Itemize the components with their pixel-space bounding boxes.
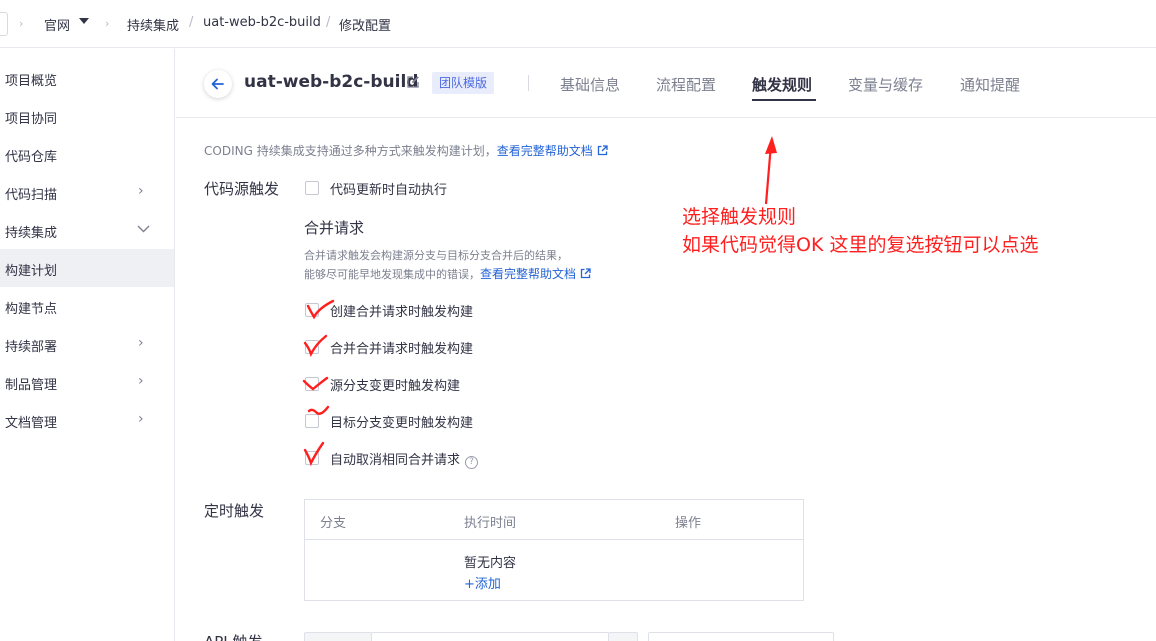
breadcrumb-current-page: 修改配置	[339, 19, 392, 34]
on-merge-mr-label: 合并合并请求时触发构建	[330, 342, 474, 357]
sidebar-item-label: 代码扫描	[5, 188, 58, 203]
table-empty-text: 暂无内容	[464, 556, 517, 571]
tab-variables-cache[interactable]: 变量与缓存	[848, 74, 923, 95]
sidebar-item-label: 持续集成	[5, 226, 58, 241]
sidebar-item-docs[interactable]: 文档管理 ›	[0, 401, 174, 439]
breadcrumb-separator: /	[189, 15, 194, 30]
merge-desc-line1: 合并请求触发会构建源分支与目标分支合并后的结果，	[304, 249, 568, 262]
merge-desc-text: 能够尽可能早地发现集成中的错误，	[304, 268, 480, 281]
auto-run-checkbox[interactable]	[305, 181, 319, 195]
breadcrumb-separator: /	[326, 15, 331, 30]
sidebar-item-label: 持续部署	[5, 340, 58, 355]
column-exec-time: 执行时间	[464, 516, 517, 531]
help-doc-link[interactable]: 查看完整帮助文档	[497, 144, 593, 158]
sidebar-item-code-scan[interactable]: 代码扫描 ›	[0, 173, 174, 211]
chevron-right-icon: ›	[138, 373, 144, 389]
on-target-change-label: 目标分支变更时触发构建	[330, 416, 474, 431]
on-create-mr-label: 创建合并请求时触发构建	[330, 305, 474, 320]
sidebar-item-label: 项目概览	[5, 74, 58, 89]
sidebar-item-collaboration[interactable]: 项目协同	[0, 97, 174, 135]
handdrawn-check-icon	[307, 405, 330, 415]
api-method-select[interactable]	[304, 632, 372, 641]
auto-run-label: 代码更新时自动执行	[330, 183, 448, 198]
breadcrumb-job[interactable]: uat-web-b2c-build	[203, 15, 321, 30]
external-link-icon[interactable]	[580, 268, 591, 279]
sidebar-item-label: 构建节点	[5, 302, 58, 317]
tab-trigger-rules[interactable]: 触发规则	[752, 74, 812, 95]
trigger-intro: CODING 持续集成支持通过多种方式来触发构建计划，查看完整帮助文档	[204, 142, 608, 159]
handdrawn-check-icon	[302, 376, 329, 391]
sidebar-toggle-button[interactable]	[0, 12, 8, 36]
annotation-line2: 如果代码觉得OK 这里的复选按钮可以点选	[682, 234, 1039, 256]
chevron-down-icon	[137, 225, 150, 233]
chevron-right-icon: ›	[138, 183, 144, 199]
api-url-field[interactable]	[371, 632, 609, 641]
handdrawn-check-icon	[303, 334, 328, 358]
sidebar-item-label: 文档管理	[5, 416, 58, 431]
intro-text: CODING 持续集成支持通过多种方式来触发构建计划，	[204, 144, 497, 158]
sidebar-item-ci[interactable]: 持续集成	[0, 211, 174, 249]
tab-pipeline-config[interactable]: 流程配置	[656, 74, 716, 95]
annotation-line1: 选择触发规则	[682, 206, 797, 228]
table-header: 分支 执行时间 操作	[305, 500, 803, 540]
merge-help-link[interactable]: 查看完整帮助文档	[480, 267, 576, 281]
merge-request-title: 合并请求	[304, 219, 365, 237]
breadcrumb-module[interactable]: 持续集成	[127, 15, 179, 34]
back-button[interactable]	[204, 70, 232, 98]
team-template-badge: 团队模版	[432, 72, 495, 94]
breadcrumb-chevron-icon: ›	[105, 17, 110, 30]
sidebar-item-repos[interactable]: 代码仓库	[0, 135, 174, 173]
sidebar-item-artifacts[interactable]: 制品管理 ›	[0, 363, 174, 401]
add-timer-button[interactable]: +添加	[464, 573, 501, 592]
timer-trigger-label: 定时触发	[204, 502, 265, 520]
sidebar-item-build-nodes[interactable]: 构建节点	[0, 287, 174, 325]
sidebar-item-label: 构建计划	[5, 264, 58, 279]
merge-desc-line2: 能够尽可能早地发现集成中的错误，查看完整帮助文档	[304, 265, 591, 282]
tab-notifications[interactable]: 通知提醒	[960, 74, 1020, 95]
breadcrumb-team[interactable]: 官网	[44, 15, 70, 34]
sidebar: 项目概览 项目协同 代码仓库 代码扫描 › 持续集成 构建计划 构建节点 持续部…	[0, 49, 175, 641]
chevron-right-icon: ›	[138, 335, 144, 351]
sidebar-item-label: 代码仓库	[5, 150, 58, 165]
on-source-change-label: 源分支变更时触发构建	[330, 379, 461, 394]
code-trigger-label: 代码源触发	[204, 180, 280, 198]
chevron-right-icon: ›	[138, 411, 144, 427]
sidebar-item-overview[interactable]: 项目概览	[0, 59, 174, 97]
page-title: uat-web-b2c-build	[244, 72, 419, 92]
timer-table: 分支 执行时间 操作 暂无内容 +添加	[304, 499, 804, 601]
breadcrumb-chevron-icon: ›	[19, 17, 24, 30]
annotation-arrow-icon	[764, 136, 777, 205]
auto-cancel-text: 自动取消相同合并请求	[330, 453, 461, 468]
active-tab-indicator	[752, 99, 816, 101]
api-token-field[interactable]	[648, 632, 834, 641]
column-actions: 操作	[675, 516, 702, 531]
auto-cancel-label: 自动取消相同合并请求?	[330, 449, 479, 469]
sidebar-item-cd[interactable]: 持续部署 ›	[0, 325, 174, 363]
api-trigger-label: API 触发	[204, 631, 263, 641]
annotation-note: 选择触发规则 如果代码觉得OK 这里的复选按钮可以点选	[682, 203, 1102, 259]
sidebar-item-build-plans[interactable]: 构建计划	[0, 249, 174, 287]
arrow-left-icon	[211, 78, 224, 90]
external-link-icon[interactable]	[597, 145, 608, 156]
handdrawn-check-icon	[306, 299, 335, 320]
handdrawn-check-icon	[303, 441, 325, 467]
header-divider	[528, 75, 529, 91]
help-question-icon[interactable]: ?	[465, 456, 479, 469]
sidebar-item-label: 项目协同	[5, 112, 58, 127]
edit-icon[interactable]	[406, 75, 420, 89]
column-branch: 分支	[320, 516, 347, 531]
header-bottom-divider	[176, 117, 1156, 118]
api-copy-button[interactable]	[608, 632, 638, 641]
sidebar-item-label: 制品管理	[5, 378, 58, 393]
team-dropdown-caret-icon[interactable]	[79, 18, 89, 24]
tab-basic-info[interactable]: 基础信息	[560, 74, 620, 95]
top-breadcrumb-bar: › 官网 › 持续集成 / uat-web-b2c-build / 修改配置	[0, 0, 1156, 48]
